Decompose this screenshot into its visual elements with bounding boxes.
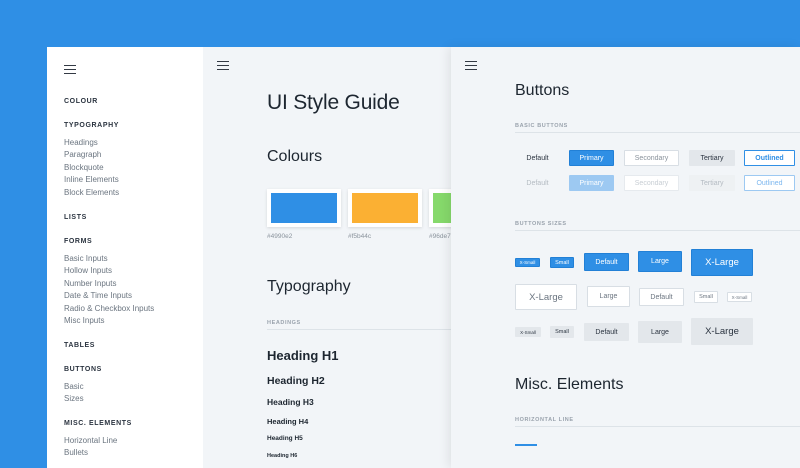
menu-icon[interactable] bbox=[465, 61, 477, 71]
swatch-label: #4990e2 bbox=[267, 233, 293, 240]
nav-item-misc-inputs[interactable]: Misc Inputs bbox=[64, 315, 154, 327]
colour-swatch bbox=[267, 189, 341, 227]
large-button[interactable]: Large bbox=[587, 286, 630, 307]
divider bbox=[515, 426, 800, 427]
headings-label: HEADINGS bbox=[267, 320, 301, 326]
primary-button[interactable]: Primary bbox=[569, 150, 614, 166]
large-button[interactable]: Large bbox=[638, 251, 682, 272]
nav-section-typography: TYPOGRAPHY Headings Paragraph Blockquote… bbox=[64, 121, 119, 199]
nav-item-basic-inputs[interactable]: Basic Inputs bbox=[64, 253, 154, 265]
x-small-button[interactable]: X-Small bbox=[515, 327, 541, 337]
outlined-button[interactable]: Outlined bbox=[744, 150, 795, 166]
nav-title-buttons[interactable]: BUTTONS bbox=[64, 365, 102, 375]
heading-h1: Heading H1 bbox=[267, 348, 339, 363]
default-size-button[interactable]: Default bbox=[639, 288, 684, 306]
default-button-disabled: Default bbox=[526, 179, 549, 187]
misc-elements-heading: Misc. Elements bbox=[515, 376, 624, 393]
swatch-label: #96de7 bbox=[429, 233, 451, 240]
button-sizes-label: BUTTONS SIZES bbox=[515, 221, 567, 227]
divider bbox=[267, 329, 451, 330]
nav-item-radio-checkbox-inputs[interactable]: Radio & Checkbox Inputs bbox=[64, 303, 154, 315]
nav-item-block-elements[interactable]: Block Elements bbox=[64, 187, 119, 199]
heading-h5: Heading H5 bbox=[267, 435, 303, 442]
tertiary-button-disabled: Tertiary bbox=[689, 175, 735, 191]
nav-title-typography[interactable]: TYPOGRAPHY bbox=[64, 121, 119, 131]
heading-h6: Heading H6 bbox=[267, 453, 298, 459]
nav-item-bullets[interactable]: Bullets bbox=[64, 447, 132, 459]
divider bbox=[515, 132, 800, 133]
nav-section-misc: MISC. ELEMENTS Horizontal Line Bullets bbox=[64, 419, 132, 460]
x-small-button[interactable]: X-Small bbox=[727, 292, 752, 302]
nav-item-number-inputs[interactable]: Number Inputs bbox=[64, 278, 154, 290]
nav-section-buttons: BUTTONS Basic Sizes bbox=[64, 365, 102, 406]
heading-h3: Heading H3 bbox=[267, 397, 314, 407]
nav-item-horizontal-line[interactable]: Horizontal Line bbox=[64, 435, 132, 447]
colour-swatch bbox=[348, 189, 422, 227]
buttons-heading: Buttons bbox=[515, 82, 570, 99]
nav-item-paragraph[interactable]: Paragraph bbox=[64, 149, 119, 161]
divider bbox=[515, 230, 800, 231]
tertiary-button[interactable]: Tertiary bbox=[689, 150, 735, 166]
typography-heading: Typography bbox=[267, 278, 351, 295]
nav-title-misc[interactable]: MISC. ELEMENTS bbox=[64, 419, 132, 429]
nav-title-lists[interactable]: LISTS bbox=[64, 213, 87, 223]
colour-swatch bbox=[429, 189, 451, 227]
outlined-button-disabled: Outlined bbox=[744, 175, 795, 191]
small-button[interactable]: Small bbox=[550, 326, 574, 338]
nav-item-headings[interactable]: Headings bbox=[64, 137, 119, 149]
secondary-button[interactable]: Secondary bbox=[624, 150, 679, 166]
nav-item-blockquote[interactable]: Blockquote bbox=[64, 162, 119, 174]
colours-heading: Colours bbox=[267, 148, 323, 165]
x-small-button[interactable]: X-Small bbox=[515, 258, 540, 267]
nav-section-forms: FORMS Basic Inputs Hollow Inputs Number … bbox=[64, 237, 154, 327]
nav-section-lists: LISTS bbox=[64, 213, 87, 223]
default-size-button[interactable]: Default bbox=[584, 253, 629, 271]
horizontal-line-label: HORIZONTAL LINE bbox=[515, 417, 574, 423]
menu-icon[interactable] bbox=[64, 65, 76, 75]
nav-item-hollow-inputs[interactable]: Hollow Inputs bbox=[64, 265, 154, 277]
nav-item-basic[interactable]: Basic bbox=[64, 381, 102, 393]
style-guide-page: UI Style Guide Colours #4990e2 #f5b44c #… bbox=[203, 47, 451, 468]
nav-section-colour: COLOUR bbox=[64, 97, 98, 107]
page-title: UI Style Guide bbox=[267, 91, 400, 114]
swatch-label: #f5b44c bbox=[348, 233, 372, 240]
secondary-button-disabled: Secondary bbox=[624, 175, 679, 191]
sidebar-nav: COLOUR TYPOGRAPHY Headings Paragraph Blo… bbox=[47, 47, 203, 468]
horizontal-line-sample bbox=[515, 444, 537, 446]
nav-title-colour[interactable]: COLOUR bbox=[64, 97, 98, 107]
nav-title-forms[interactable]: FORMS bbox=[64, 237, 154, 247]
nav-item-sizes[interactable]: Sizes bbox=[64, 393, 102, 405]
x-large-button[interactable]: X-Large bbox=[691, 318, 753, 345]
nav-title-tables[interactable]: TABLES bbox=[64, 341, 95, 351]
primary-button-disabled: Primary bbox=[569, 175, 614, 191]
default-button[interactable]: Default bbox=[515, 150, 560, 166]
heading-h2: Heading H2 bbox=[267, 375, 325, 387]
large-button[interactable]: Large bbox=[638, 321, 682, 343]
nav-section-tables: TABLES bbox=[64, 341, 95, 351]
nav-item-date-time-inputs[interactable]: Date & Time Inputs bbox=[64, 290, 154, 302]
default-size-button[interactable]: Default bbox=[584, 323, 629, 341]
x-large-button[interactable]: X-Large bbox=[515, 284, 577, 310]
x-large-button[interactable]: X-Large bbox=[691, 249, 753, 276]
menu-icon[interactable] bbox=[217, 61, 229, 71]
small-button[interactable]: Small bbox=[550, 257, 574, 268]
nav-item-inline-elements[interactable]: Inline Elements bbox=[64, 174, 119, 186]
heading-h4: Heading H4 bbox=[267, 417, 309, 426]
basic-buttons-label: BASIC BUTTONS bbox=[515, 123, 568, 129]
buttons-page: Buttons BASIC BUTTONS Default Primary Se… bbox=[451, 47, 800, 468]
small-button[interactable]: Small bbox=[694, 291, 718, 303]
